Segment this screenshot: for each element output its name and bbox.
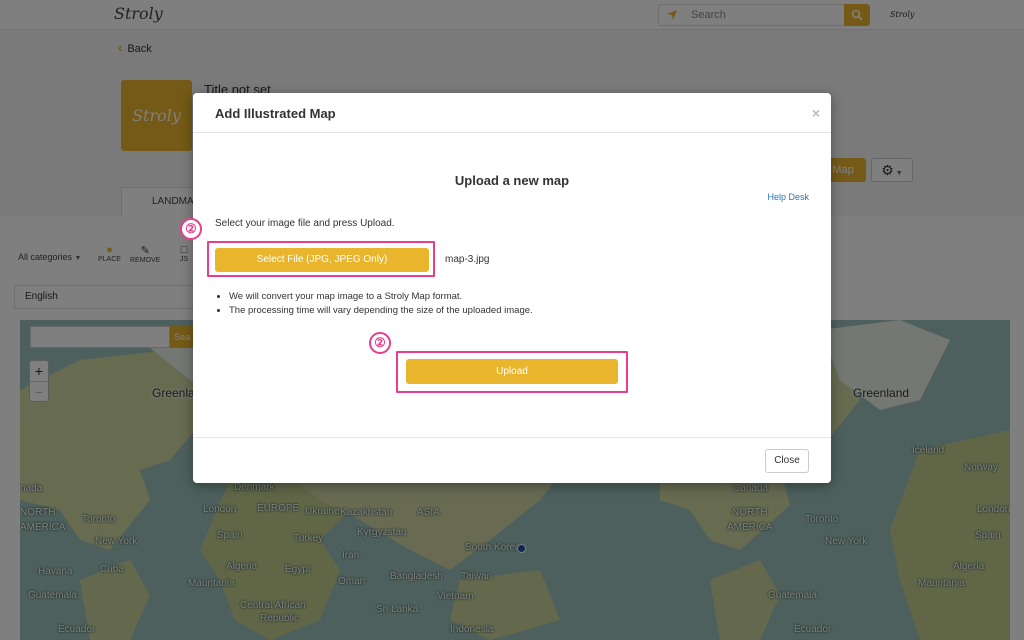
selected-file-name: map-3.jpg <box>445 254 490 265</box>
modal-header: Add Illustrated Map × <box>193 93 831 133</box>
upload-notes: We will convert your map image to a Stro… <box>229 290 533 318</box>
step-badge-upload: ② <box>369 332 391 354</box>
help-desk-link[interactable]: Help Desk <box>767 192 809 202</box>
close-button[interactable]: Close <box>765 449 809 473</box>
close-icon[interactable]: × <box>812 105 820 121</box>
upload-highlight <box>396 351 628 393</box>
add-illustrated-map-dialog: Add Illustrated Map × Upload a new map H… <box>193 93 831 483</box>
note-item: The processing time will vary depending … <box>229 304 533 318</box>
select-file-highlight <box>207 241 435 277</box>
note-item: We will convert your map image to a Stro… <box>229 290 533 304</box>
upload-instructions: Select your image file and press Upload. <box>215 218 395 229</box>
step-badge-select: ② <box>180 218 202 240</box>
modal-title: Add Illustrated Map <box>215 106 336 121</box>
upload-heading: Upload a new map <box>454 173 570 188</box>
modal-footer-divider <box>193 437 831 438</box>
